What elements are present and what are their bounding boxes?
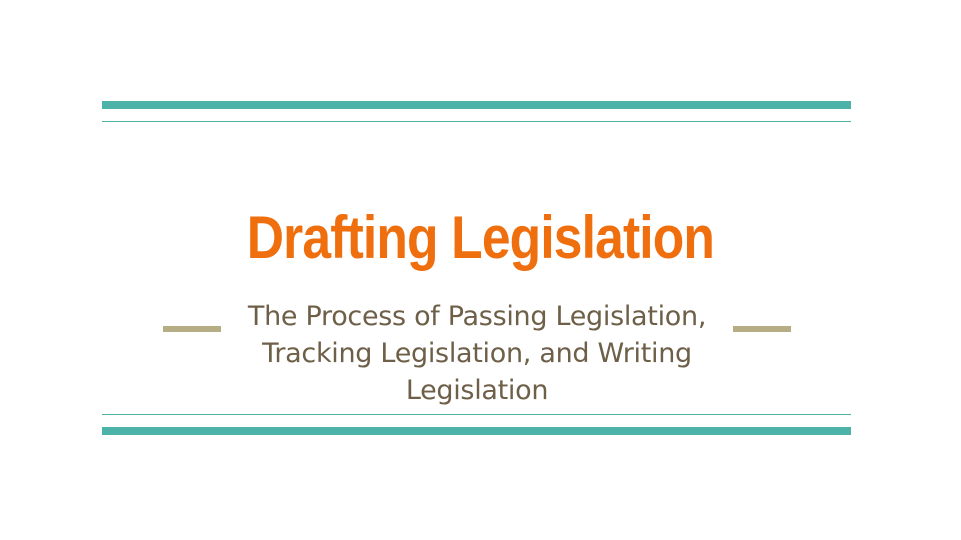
bottom-thick-rule xyxy=(102,427,851,435)
top-thin-rule xyxy=(102,121,851,122)
slide-title: Drafting Legislation xyxy=(246,204,715,271)
bottom-thin-rule xyxy=(102,414,851,415)
title-slide: Drafting Legislation The Process of Pass… xyxy=(0,0,961,540)
top-thick-rule xyxy=(102,101,851,109)
slide-subtitle: The Process of Passing Legislation, Trac… xyxy=(247,301,707,406)
